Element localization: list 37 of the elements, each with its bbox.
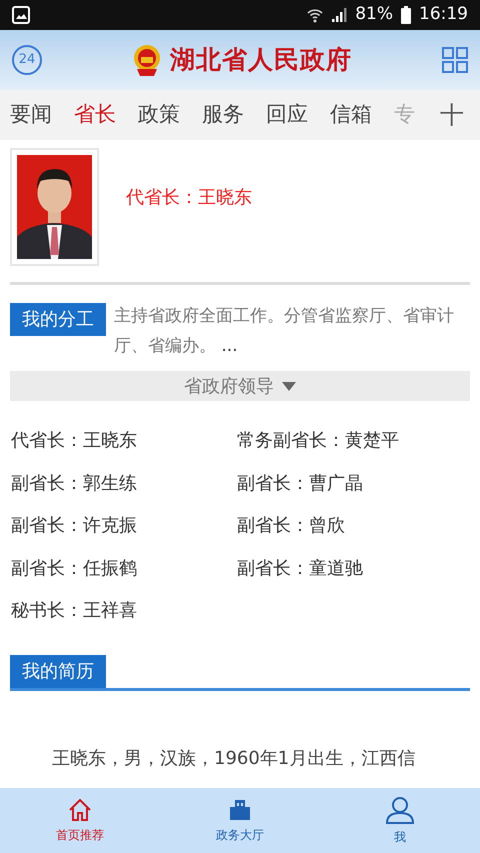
leader-link[interactable]: 秘书长：王祥喜 [11, 590, 237, 632]
battery-percent: 81% [355, 3, 393, 26]
site-title: 湖北省人民政府 [170, 44, 352, 76]
clock-time: 16:19 [419, 3, 468, 26]
section-label: 我的简历 [10, 654, 106, 688]
emblem-icon [132, 43, 162, 77]
leader-link[interactable]: 常务副省长：黄楚平 [237, 420, 463, 462]
home-icon [68, 798, 92, 822]
leader-link[interactable]: 副省长：曹广晶 [237, 462, 463, 505]
nav-tab[interactable]: 政策 [138, 99, 180, 131]
leader-link[interactable]: 代省长：王晓东 [11, 420, 237, 462]
wifi-icon [307, 7, 324, 23]
grid-menu-icon[interactable] [442, 47, 468, 73]
leader-link[interactable]: 副省长：曾欣 [237, 505, 463, 548]
nav-tab[interactable]: 回应 [266, 99, 308, 131]
bottom-nav-item[interactable]: 政务大厅 [160, 788, 320, 853]
bottom-nav-item[interactable]: 我 [320, 788, 480, 853]
nav-tab[interactable]: 要闻 [10, 99, 52, 131]
resume-text: 王晓东，男，汉族，1960年1月出生，江西信 [51, 746, 416, 770]
building-icon [228, 798, 252, 822]
nav-tab[interactable]: 信箱 [330, 99, 372, 131]
user-icon [386, 796, 414, 824]
bottom-nav-item[interactable]: 首页推荐 [0, 788, 160, 853]
leader-link[interactable]: 副省长：许克振 [11, 505, 237, 548]
section-label: 我的分工 [10, 303, 106, 336]
leader-link[interactable]: 副省长：任振鹤 [11, 548, 237, 590]
more-link[interactable]: ... [221, 336, 238, 356]
nav-tab[interactable]: 服务 [202, 99, 244, 131]
nav-tab[interactable]: 省长 [74, 99, 116, 131]
leader-title: 代省长：王晓东 [126, 186, 252, 210]
signal-icon [331, 7, 348, 23]
leader-link[interactable]: 副省长：童道驰 [237, 548, 463, 590]
gallery-icon [12, 6, 30, 24]
battery-icon [401, 6, 411, 24]
leader-link[interactable]: 副省长：郭生练 [11, 462, 237, 505]
leaders-dropdown[interactable]: 省政府领导 [10, 371, 470, 401]
division-text: 主持省政府全面工作。分管省监察厅、省审计厅、省编办。 ... [114, 305, 455, 358]
